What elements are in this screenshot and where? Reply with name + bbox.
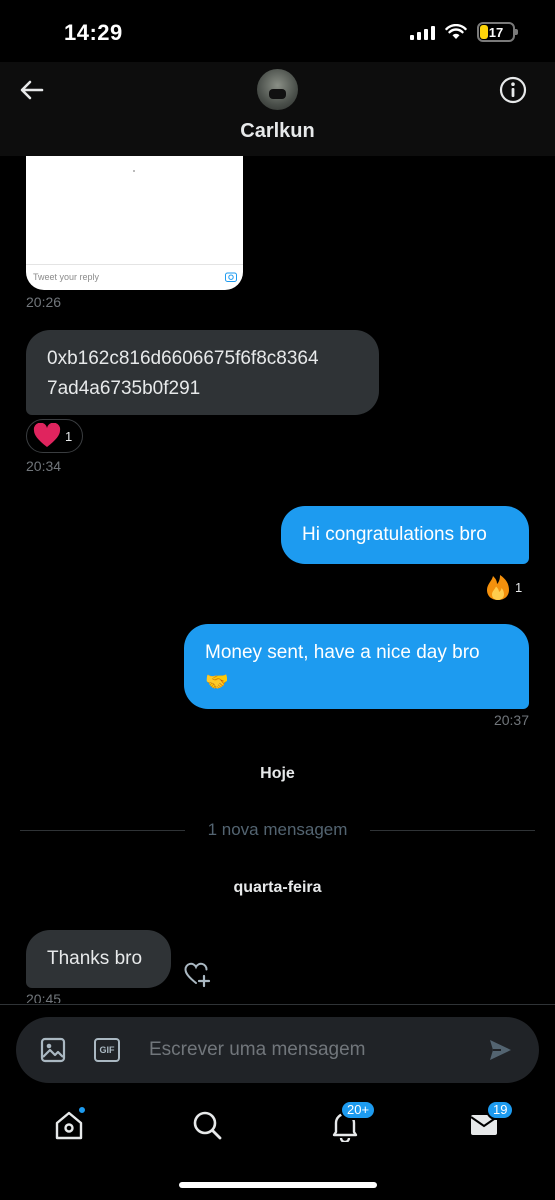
avatar[interactable] (257, 69, 298, 110)
reaction-count: 1 (515, 579, 523, 595)
gif-icon[interactable]: GIF (94, 1038, 120, 1062)
composer-bar: GIF (0, 1004, 555, 1094)
send-icon[interactable] (487, 1037, 513, 1063)
message-bubble-out[interactable]: Money sent, have a nice day bro 🤝 (184, 624, 529, 709)
message-time: 20:26 (26, 294, 62, 310)
camera-icon (225, 272, 237, 282)
info-icon[interactable] (499, 76, 527, 104)
date-label-today: Hoje (260, 765, 295, 782)
reaction-heart[interactable]: 1 (26, 419, 84, 453)
preview-reply-text: Tweet your reply (33, 272, 100, 282)
message-time: 20:37 (493, 712, 529, 728)
shared-screenshot[interactable]: Tweet your reply (26, 156, 243, 290)
home-indicator (179, 1182, 377, 1188)
message-bubble-in[interactable]: 0xb162c816d6606675f6f8c8364 7ad4a6735b0f… (26, 330, 379, 415)
messages-badge: 19 (486, 1100, 515, 1120)
message-bubble-out[interactable]: Hi congratulations bro (281, 506, 529, 564)
preview-reply-bar: Tweet your reply (26, 264, 243, 290)
notifications-badge: 20+ (340, 1100, 377, 1120)
battery-level: 17 (488, 24, 504, 40)
message-bubble-in[interactable]: Thanks bro (26, 930, 171, 988)
home-notification-dot (78, 1106, 86, 1114)
contact-name[interactable]: Carlkun (0, 120, 555, 143)
tab-search[interactable] (190, 1108, 224, 1142)
status-bar: 14:29 17 (0, 0, 555, 62)
reaction-fire[interactable]: 1 (485, 573, 522, 601)
message-input[interactable] (149, 1031, 469, 1069)
reaction-count: 1 (65, 428, 73, 444)
tab-messages[interactable]: 19 (468, 1100, 515, 1142)
heart-add-icon[interactable] (183, 960, 211, 988)
status-icons: 17 (410, 22, 518, 42)
message-time: 20:45 (26, 991, 62, 1003)
tab-home[interactable] (52, 1106, 86, 1142)
conversation-header: Carlkun (0, 62, 555, 156)
fire-icon (487, 575, 509, 600)
status-time: 14:29 (64, 20, 123, 45)
heart-icon (33, 423, 61, 447)
message-time: 20:34 (26, 458, 62, 474)
image-icon[interactable] (40, 1037, 66, 1063)
battery-indicator: 17 (477, 22, 518, 42)
back-arrow-icon[interactable] (18, 76, 46, 104)
search-icon (193, 1111, 222, 1140)
wifi-icon (445, 24, 467, 39)
composer: GIF (16, 1017, 539, 1083)
date-label-wednesday: quarta-feira (233, 879, 322, 896)
signal-icon (410, 24, 435, 40)
tab-notifications[interactable]: 20+ (328, 1100, 377, 1144)
new-message-label: 1 nova mensagem (207, 820, 348, 839)
